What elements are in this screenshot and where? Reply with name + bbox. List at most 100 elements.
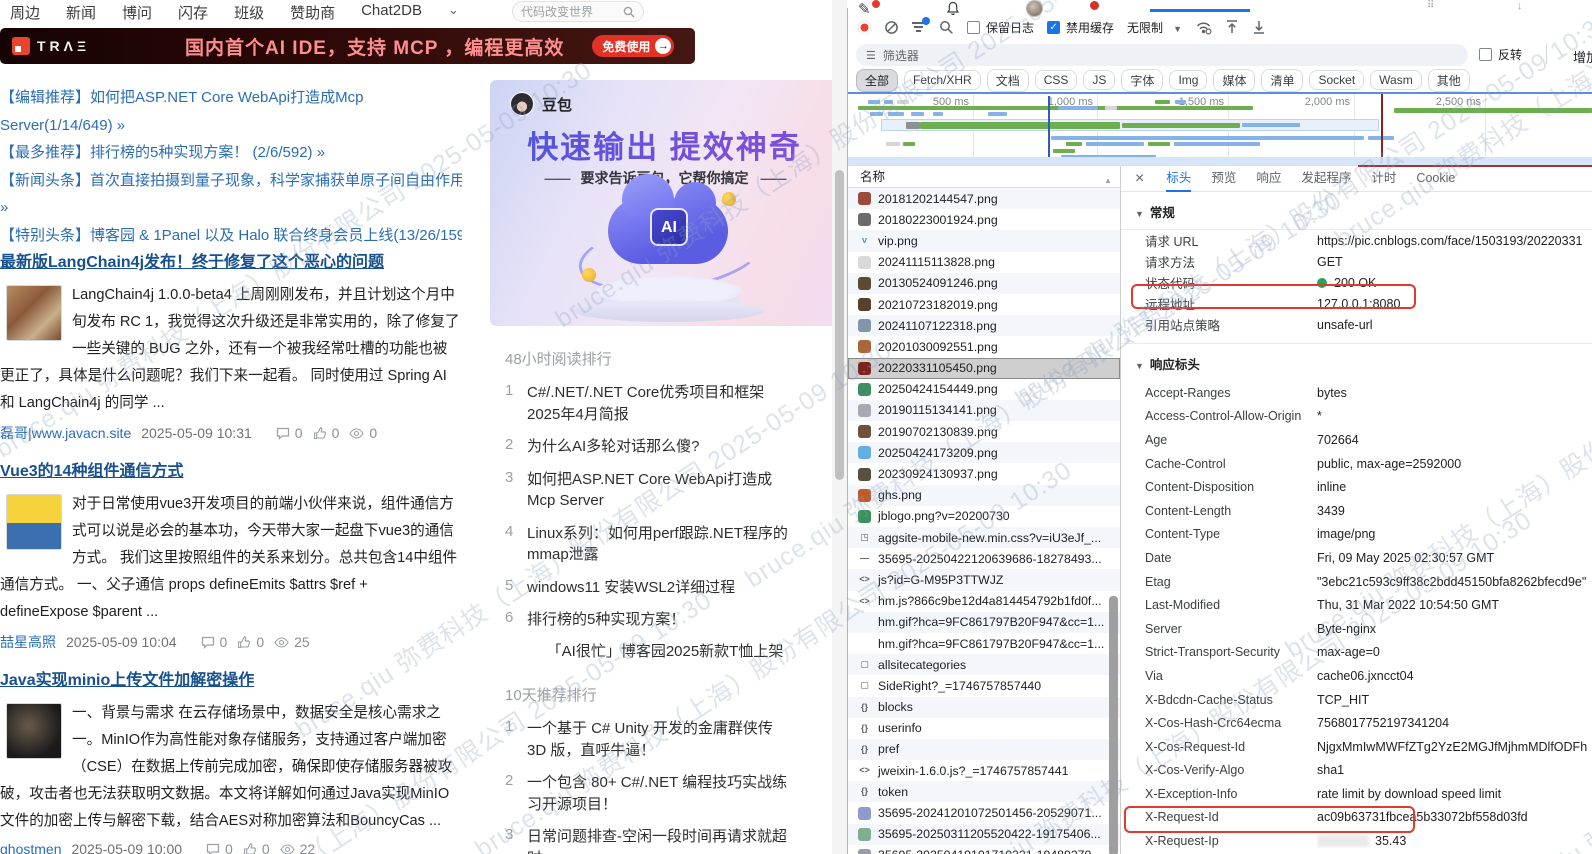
response-headers-section-title[interactable]: ▼响应标头 bbox=[1121, 344, 1592, 381]
doubao-ad-card[interactable]: 豆包 快速输出 提效神奇 ——要求告诉豆包，它帮你搞定—— AI bbox=[490, 80, 839, 326]
headline-link[interactable]: 【最多推荐】排行榜的5种实现方案！ (2/6/592) » bbox=[0, 139, 462, 167]
details-tab[interactable]: 预览 bbox=[1211, 166, 1236, 192]
scroll-up-icon[interactable]: ▲ bbox=[1104, 170, 1112, 192]
preserve-log-checkbox[interactable] bbox=[967, 21, 980, 34]
request-row[interactable]: 20190115134141.png bbox=[848, 400, 1120, 421]
request-row[interactable]: {} token bbox=[848, 781, 1120, 802]
request-row[interactable]: 20130524091246.png bbox=[848, 273, 1120, 294]
type-chip[interactable]: 字体 bbox=[1121, 69, 1163, 92]
top-menu-item[interactable]: Chat2DB bbox=[361, 2, 422, 23]
devtools-apps-icon[interactable]: ⠿ bbox=[1427, 0, 1434, 11]
type-chip[interactable]: 文档 bbox=[987, 69, 1029, 92]
request-row[interactable]: {} pref bbox=[848, 739, 1120, 760]
rank-item[interactable]: 1 C#/.NET/.NET Core优秀项目和框架 2025年4月简报 bbox=[505, 382, 835, 425]
network-overview-timeline[interactable]: 500 ms 1,000 ms 1,500 ms 2,000 ms 2,500 … bbox=[848, 94, 1592, 166]
export-har-icon[interactable] bbox=[1252, 19, 1266, 35]
details-tab[interactable]: 发起程序 bbox=[1301, 166, 1351, 192]
request-row[interactable]: ◳ aggsite-mobile-new.min.css?v=iU3eJf_..… bbox=[848, 527, 1120, 548]
preserve-log-toggle[interactable]: 保留日志 bbox=[967, 19, 1034, 36]
request-list-scrollbar-thumb[interactable] bbox=[1109, 596, 1118, 854]
request-row[interactable]: 20201030092551.png bbox=[848, 336, 1120, 357]
user-avatar[interactable] bbox=[1026, 0, 1043, 17]
rank-item[interactable]: 5 windows11 安装WSL2详细过程 bbox=[505, 577, 835, 599]
devtools-download-icon[interactable]: ↓ bbox=[1517, 0, 1523, 12]
request-row[interactable]: 20241115113828.png bbox=[848, 252, 1120, 273]
like-count[interactable]: 0 bbox=[243, 841, 270, 854]
comment-count[interactable]: 0 bbox=[201, 634, 228, 650]
headline-link[interactable]: 【特别头条】博客园 & 1Panel 以及 Halo 联合终身会员上线(13/2… bbox=[0, 222, 462, 250]
filter-input[interactable]: ☰ 筛选器 bbox=[856, 44, 1468, 66]
name-column-header[interactable]: 名称 ▲ bbox=[848, 166, 1120, 188]
request-row[interactable]: 20241107122318.png bbox=[848, 315, 1120, 336]
rank-item[interactable]: 4 Linux系列：如何用perf跟踪.NET程序的 mmap泄露 bbox=[505, 523, 835, 566]
more-filters-label[interactable]: 增加 bbox=[1573, 47, 1592, 66]
request-row[interactable]: ghs.png bbox=[848, 485, 1120, 506]
page-scrollbar-thumb[interactable] bbox=[835, 170, 844, 480]
request-row[interactable]: 35695-20250311205520422-19175406... bbox=[848, 824, 1120, 845]
post-author-link[interactable]: 喆星高照 bbox=[0, 632, 56, 652]
banner-cta-button[interactable]: 免费使用 → bbox=[592, 35, 674, 57]
search-input[interactable]: 代码改变世界 bbox=[512, 1, 644, 22]
post-title[interactable]: Java实现minio上传文件加解密操作 bbox=[0, 666, 460, 690]
request-row[interactable]: — 35695-20250422120639686-18278493... bbox=[848, 548, 1120, 569]
request-row[interactable]: 35695-20241201072501456-20529071... bbox=[848, 802, 1120, 823]
search-icon[interactable] bbox=[939, 20, 954, 35]
rank-item[interactable]: 3 如何把ASP.NET Core WebApi打造成 Mcp Server bbox=[505, 469, 835, 512]
request-row[interactable]: 35695-20250419101710221-19489270... bbox=[848, 845, 1120, 854]
top-menu-item[interactable]: 周边 bbox=[10, 2, 40, 23]
request-row[interactable]: 20180223001924.png bbox=[848, 209, 1120, 230]
network-conditions-icon[interactable] bbox=[1195, 20, 1212, 35]
type-chip[interactable]: 清单 bbox=[1261, 69, 1303, 92]
record-button[interactable] bbox=[858, 21, 871, 34]
request-row[interactable]: <> hm.js?866c9be12d4a814454792b1fd0f... bbox=[848, 591, 1120, 612]
request-row[interactable]: hm.gif?hca=9FC861797B20F947&cc=1... bbox=[848, 612, 1120, 633]
filter-icon[interactable] bbox=[912, 21, 926, 33]
headline-link[interactable]: 【新闻头条】首次直接拍摄到量子现象，科学家捕获单原子间自由作用图像(0/2/14… bbox=[0, 167, 462, 195]
post-thumbnail[interactable] bbox=[6, 494, 62, 550]
request-row[interactable]: ▢ SideRight?_=1746757857440 bbox=[848, 675, 1120, 696]
request-row[interactable]: 20230924130937.png bbox=[848, 463, 1120, 484]
close-icon[interactable]: × bbox=[1135, 170, 1144, 188]
comment-count[interactable]: 0 bbox=[206, 841, 233, 854]
request-row[interactable]: 20190702130839.png bbox=[848, 421, 1120, 442]
post-title[interactable]: 最新版LangChain4j发布！终于修复了这个恶心的问题 bbox=[0, 248, 460, 272]
comment-count[interactable]: 0 bbox=[276, 425, 303, 441]
type-chip[interactable]: CSS bbox=[1035, 70, 1078, 90]
trae-ad-banner[interactable]: TRΛΞ 国内首个AI IDE，支持 MCP ，编程更高效 免费使用 → bbox=[0, 28, 695, 64]
type-chip[interactable]: Fetch/XHR bbox=[904, 70, 981, 90]
like-count[interactable]: 0 bbox=[313, 425, 340, 441]
request-row[interactable]: 20250424173209.png bbox=[848, 442, 1120, 463]
details-tab[interactable]: 响应 bbox=[1256, 166, 1281, 192]
write-post-icon[interactable]: ✎ bbox=[858, 0, 871, 18]
top-menu-item[interactable]: 博问 bbox=[122, 2, 152, 23]
request-row[interactable]: {} userinfo bbox=[848, 718, 1120, 739]
rank-item[interactable]: 2 一个包含 80+ C#/.NET 编程技巧实战练 习开源项目！ bbox=[505, 772, 835, 815]
top-menu-item[interactable]: 闪存 bbox=[178, 2, 208, 23]
request-row[interactable]: 20250424154449.png bbox=[848, 379, 1120, 400]
type-chip[interactable]: 其他 bbox=[1428, 69, 1470, 92]
request-row[interactable]: 20210723182019.png bbox=[848, 294, 1120, 315]
details-tab[interactable]: Cookie bbox=[1416, 166, 1455, 192]
top-menu-item[interactable]: 新闻 bbox=[66, 2, 96, 23]
request-row[interactable]: {} blocks bbox=[848, 697, 1120, 718]
like-count[interactable]: 0 bbox=[237, 634, 264, 650]
top-menu-item[interactable]: 赞助商 bbox=[290, 2, 335, 23]
rank-item[interactable]: 3 日常问题排查-空闲一段时间再请求就超 时 bbox=[505, 826, 835, 854]
request-row[interactable]: <> jweixin-1.6.0.js?_=1746757857441 bbox=[848, 760, 1120, 781]
disable-cache-toggle[interactable]: ✓ 禁用缓存 bbox=[1047, 19, 1114, 36]
type-chip[interactable]: Socket bbox=[1309, 70, 1364, 90]
post-author-link[interactable]: 磊哥|www.javacn.site bbox=[0, 423, 131, 443]
request-row[interactable]: ▢ allsitecategories bbox=[848, 654, 1120, 675]
chevron-down-icon[interactable]: ⌄ bbox=[448, 2, 459, 18]
page-scrollbar[interactable] bbox=[832, 0, 847, 854]
bell-icon[interactable] bbox=[946, 1, 960, 16]
request-row[interactable]: <> js?id=G-M95P3TTWJZ bbox=[848, 569, 1120, 590]
type-chip[interactable]: 全部 bbox=[856, 69, 898, 92]
rank-item[interactable]: 6 排行榜的5种实现方案！ bbox=[505, 609, 835, 631]
rank-item[interactable]: 2 为什么AI多轮对话那么傻? bbox=[505, 436, 835, 458]
headline-link[interactable]: » bbox=[0, 194, 462, 222]
import-har-icon[interactable] bbox=[1225, 19, 1239, 35]
post-thumbnail[interactable] bbox=[6, 285, 62, 341]
rank-item[interactable]: 1 一个基于 C# Unity 开发的金庸群侠传 3D 版，直呼牛逼！ bbox=[505, 718, 835, 761]
post-title[interactable]: Vue3的14种组件通信方式 bbox=[0, 457, 460, 481]
